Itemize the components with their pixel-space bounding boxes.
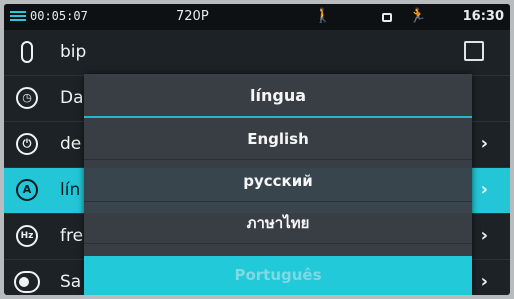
settings-item-label: Sa <box>60 272 82 292</box>
frequency-icon: Hz <box>16 225 38 247</box>
chevron-right-icon: › <box>480 225 488 246</box>
settings-item-bip[interactable]: bip <box>4 30 510 76</box>
language-option-portuguese[interactable]: Português <box>84 256 472 295</box>
record-time: 00:05:07 <box>30 9 88 23</box>
dialog-title: língua <box>84 74 472 118</box>
settings-item-label: bip <box>60 42 87 62</box>
chevron-right-icon: › <box>480 179 488 200</box>
settings-item-label: lín <box>60 180 81 200</box>
settings-item-label: Da <box>60 88 84 108</box>
lock-icon <box>380 8 394 24</box>
resolution-label: 720P <box>176 9 209 24</box>
language-option-russian[interactable]: русский <box>84 160 472 202</box>
chevron-right-icon: › <box>480 133 488 154</box>
settings-item-label: fre <box>60 226 84 246</box>
language-dialog: língua English русский ภาษาไทย Português <box>84 74 472 295</box>
settings-item-label: de <box>60 134 82 154</box>
record-menu-icon <box>10 9 26 23</box>
clock: 16:30 <box>462 9 504 24</box>
toggle-icon <box>14 271 40 293</box>
clock-icon: ◷ <box>16 87 38 109</box>
language-option-thai[interactable]: ภาษาไทย <box>84 202 472 244</box>
chevron-right-icon: › <box>480 271 488 292</box>
camera-screen: 00:05:07 720P 🚶 🏃 16:30 bip ◷ Da ⏻ de › … <box>4 4 510 295</box>
status-bar: 00:05:07 720P 🚶 🏃 16:30 <box>4 4 510 30</box>
language-option-english[interactable]: English <box>84 118 472 160</box>
walking-icon: 🏃 <box>409 8 427 24</box>
power-icon: ⏻ <box>16 133 38 155</box>
bip-checkbox[interactable] <box>464 41 484 61</box>
language-icon: A <box>16 179 38 201</box>
microphone-icon <box>21 41 33 63</box>
pedestrian-icon: 🚶 <box>314 8 332 24</box>
